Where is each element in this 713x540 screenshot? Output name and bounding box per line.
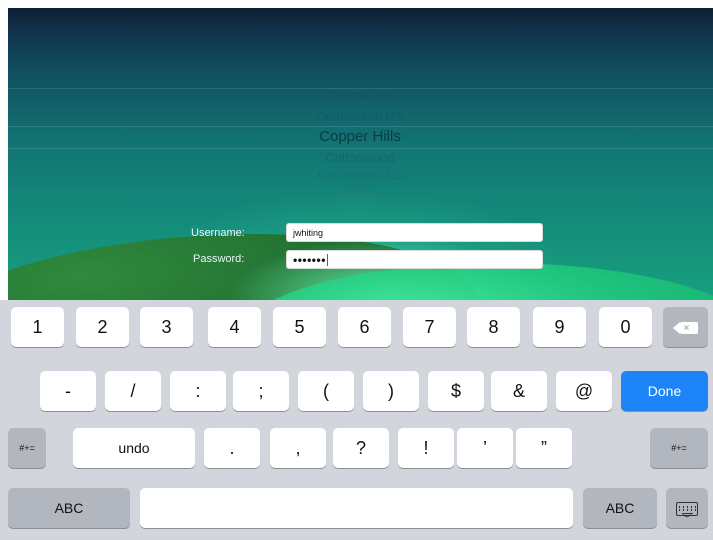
key-dollar[interactable]: $ bbox=[428, 371, 484, 411]
password-field[interactable]: ••••••• bbox=[286, 250, 543, 269]
done-key[interactable]: Done bbox=[621, 371, 708, 411]
picker-item[interactable]: Cottonwood HS bbox=[260, 168, 460, 182]
key-6[interactable]: 6 bbox=[338, 307, 391, 347]
chevron-down-icon: ﹀ bbox=[682, 514, 692, 524]
key-apostrophe[interactable]: ’ bbox=[457, 428, 513, 468]
abc-key-left[interactable]: ABC bbox=[8, 488, 130, 528]
picker-selection-bottom-line bbox=[8, 148, 713, 149]
password-label: Password: bbox=[193, 253, 245, 265]
backspace-icon: × bbox=[672, 322, 698, 335]
key-3[interactable]: 3 bbox=[140, 307, 193, 347]
key-0[interactable]: 0 bbox=[599, 307, 652, 347]
key-comma[interactable]: , bbox=[270, 428, 326, 468]
key-4[interactable]: 4 bbox=[208, 307, 261, 347]
key-slash[interactable]: / bbox=[105, 371, 161, 411]
key-exclamation[interactable]: ! bbox=[398, 428, 454, 468]
key-7[interactable]: 7 bbox=[403, 307, 456, 347]
picker-item-selected[interactable]: Copper Hills bbox=[260, 128, 460, 145]
key-quote[interactable]: ” bbox=[516, 428, 572, 468]
undo-key[interactable]: undo bbox=[73, 428, 195, 468]
hide-keyboard-key[interactable]: ﹀ bbox=[666, 488, 708, 528]
username-field[interactable]: jwhiting bbox=[286, 223, 543, 242]
key-period[interactable]: . bbox=[204, 428, 260, 468]
username-value: jwhiting bbox=[293, 228, 324, 238]
picker-item[interactable]: Connection HS bbox=[260, 109, 460, 124]
backspace-key[interactable]: × bbox=[663, 307, 708, 347]
login-screen: Churchill JHS Connection HS Copper Hills… bbox=[0, 0, 713, 540]
key-8[interactable]: 8 bbox=[467, 307, 520, 347]
key-ampersand[interactable]: & bbox=[491, 371, 547, 411]
key-open-paren[interactable]: ( bbox=[298, 371, 354, 411]
picker-divider bbox=[8, 88, 713, 89]
key-semicolon[interactable]: ; bbox=[233, 371, 289, 411]
abc-key-right[interactable]: ABC bbox=[583, 488, 657, 528]
login-background: Churchill JHS Connection HS Copper Hills… bbox=[8, 8, 713, 300]
key-colon[interactable]: : bbox=[170, 371, 226, 411]
key-hyphen[interactable]: - bbox=[40, 371, 96, 411]
picker-item[interactable]: Draper Park bbox=[260, 185, 460, 191]
picker-item[interactable]: Cottonwood bbox=[260, 150, 460, 165]
key-1[interactable]: 1 bbox=[11, 307, 64, 347]
key-at[interactable]: @ bbox=[556, 371, 612, 411]
picker-selection-top-line bbox=[8, 126, 713, 127]
picker-item[interactable]: Churchill JHS bbox=[260, 90, 460, 102]
keyboard: 1 2 3 4 5 6 7 8 9 0 × - / : ; ( ) $ & @ … bbox=[0, 300, 713, 540]
text-cursor bbox=[326, 254, 328, 266]
symbols-toggle-key-right[interactable]: #+= bbox=[650, 428, 708, 468]
key-close-paren[interactable]: ) bbox=[363, 371, 419, 411]
username-label: Username: bbox=[191, 227, 245, 239]
school-picker[interactable]: Churchill JHS Connection HS Copper Hills… bbox=[8, 88, 713, 208]
symbols-toggle-key-left[interactable]: #+= bbox=[8, 428, 46, 468]
key-question[interactable]: ? bbox=[333, 428, 389, 468]
key-2[interactable]: 2 bbox=[76, 307, 129, 347]
key-9[interactable]: 9 bbox=[533, 307, 586, 347]
space-bar[interactable] bbox=[140, 488, 573, 528]
key-5[interactable]: 5 bbox=[273, 307, 326, 347]
password-value: ••••••• bbox=[293, 253, 326, 267]
